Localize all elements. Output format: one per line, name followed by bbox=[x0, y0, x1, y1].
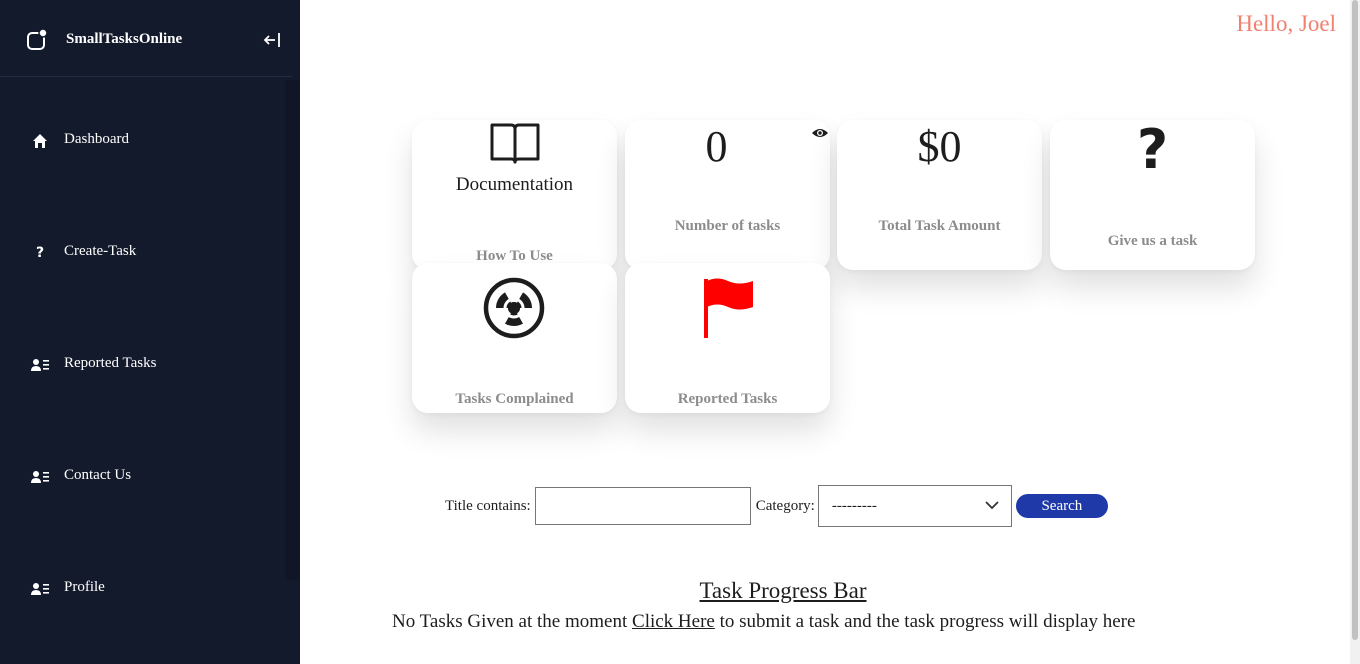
page-scrollbar-thumb[interactable] bbox=[1352, 0, 1358, 640]
total-amount-value: $0 bbox=[917, 122, 962, 171]
category-select[interactable]: --------- bbox=[817, 485, 1012, 527]
title-contains-label: Title contains: bbox=[445, 497, 531, 514]
number-of-tasks-caption: Number of tasks bbox=[674, 218, 781, 234]
user-list-icon bbox=[31, 356, 49, 374]
sidebar-item-label: Create-Task bbox=[64, 243, 137, 259]
user-list-icon bbox=[31, 468, 49, 486]
category-label: Category: bbox=[755, 497, 815, 514]
number-of-tasks-card[interactable]: 0 Number of tasks bbox=[625, 120, 830, 270]
documentation-card[interactable]: Documentation How To Use bbox=[412, 120, 617, 270]
chevron-down-icon bbox=[985, 501, 999, 510]
search-button[interactable]: Search bbox=[1015, 494, 1108, 518]
sidebar-item-create-task[interactable]: ? Create-Task bbox=[0, 233, 285, 273]
logo-icon bbox=[27, 29, 48, 50]
brand-header: SmallTasksOnline bbox=[0, 0, 292, 77]
task-progress-message: No Tasks Given at the moment Click Here … bbox=[392, 611, 1135, 633]
no-tasks-text: No Tasks Given at the moment bbox=[392, 611, 628, 632]
sidebar-item-label: Dashboard bbox=[64, 131, 129, 147]
tasks-complained-caption: Tasks Complained bbox=[455, 391, 574, 407]
search-form: Title contains: Category: --------- Sear… bbox=[445, 485, 1108, 527]
task-progress-title: Task Progress Bar bbox=[699, 578, 867, 603]
category-selected-value: --------- bbox=[831, 497, 877, 514]
radiation-icon bbox=[483, 277, 545, 339]
give-us-a-task-card[interactable]: ? Give us a task bbox=[1050, 118, 1255, 270]
title-contains-input[interactable] bbox=[534, 487, 751, 525]
tasks-count-value: 0 bbox=[705, 122, 728, 171]
documentation-label: Documentation bbox=[455, 174, 574, 195]
question-icon: ? bbox=[35, 245, 45, 261]
greeting: Hello, Joel bbox=[1236, 11, 1336, 36]
reported-tasks-caption: Reported Tasks bbox=[677, 391, 778, 407]
question-icon: ? bbox=[1136, 118, 1169, 181]
sidebar-item-dashboard[interactable]: Dashboard bbox=[0, 121, 285, 161]
collapse-sidebar-icon[interactable] bbox=[262, 30, 282, 50]
book-icon bbox=[490, 123, 540, 164]
sidebar-shade bbox=[285, 80, 300, 580]
submit-task-text: to submit a task and the task progress w… bbox=[719, 611, 1136, 632]
click-here-link[interactable]: Click Here bbox=[632, 611, 715, 632]
tasks-complained-card[interactable]: Tasks Complained bbox=[412, 263, 617, 413]
sidebar: SmallTasksOnline Dashboard ? Create-Task… bbox=[0, 0, 300, 664]
sidebar-item-reported-tasks[interactable]: Reported Tasks bbox=[0, 345, 285, 385]
total-task-amount-card[interactable]: $0 Total Task Amount bbox=[837, 120, 1042, 270]
give-us-a-task-caption: Give us a task bbox=[1107, 233, 1198, 249]
reported-tasks-card[interactable]: Reported Tasks bbox=[625, 263, 830, 413]
total-task-amount-caption: Total Task Amount bbox=[878, 218, 1001, 234]
home-icon bbox=[31, 132, 49, 150]
sidebar-item-contact-us[interactable]: Contact Us bbox=[0, 457, 285, 497]
flag-icon bbox=[704, 278, 753, 338]
sidebar-item-label: Reported Tasks bbox=[64, 355, 157, 371]
sidebar-item-label: Contact Us bbox=[64, 467, 132, 483]
brand-name: SmallTasksOnline bbox=[66, 31, 183, 47]
eye-icon[interactable] bbox=[811, 127, 829, 139]
